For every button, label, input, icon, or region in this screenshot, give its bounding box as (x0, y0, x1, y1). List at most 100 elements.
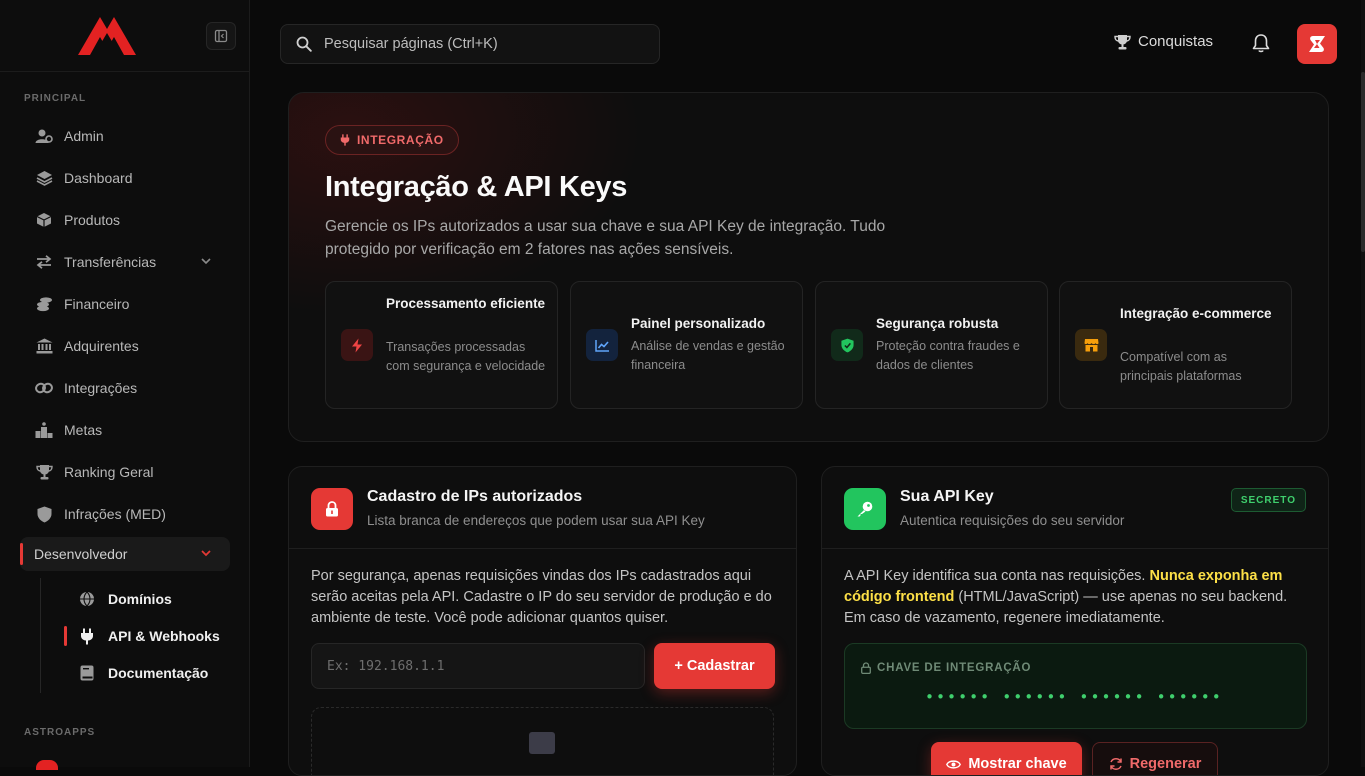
sidebar: PRINCIPAL Admin Dashboard Produtos Trans… (0, 0, 250, 770)
bell-icon[interactable] (1252, 33, 1270, 53)
users-gear-icon (34, 126, 54, 146)
ip-input-placeholder: Ex: 192.168.1.1 (327, 658, 445, 674)
avatar[interactable] (1297, 24, 1337, 64)
sidebar-item-adquirentes[interactable]: Adquirentes (20, 329, 230, 363)
feature-title: Painel personalizado (631, 316, 766, 331)
sidebar-subitem-label: API & Webhooks (108, 628, 220, 644)
sidebar-item-infracoes[interactable]: Infrações (MED) (20, 497, 230, 531)
sidebar-item-dashboard[interactable]: Dashboard (20, 161, 230, 195)
feature-title: Integração e-commerce (1120, 306, 1272, 321)
regenerate-key-button[interactable]: Regenerar (1092, 742, 1218, 775)
collapse-sidebar-button[interactable] (206, 22, 236, 50)
card-body: Por segurança, apenas requisições vindas… (311, 568, 772, 626)
feature-desc: Análise de vendas e gestão financeira (631, 339, 785, 372)
layers-icon (34, 168, 54, 188)
feature-card: Integração e-commerce Compatível com as … (1059, 281, 1292, 409)
ip-list-empty (311, 707, 774, 775)
link-icon (34, 378, 54, 398)
body-text: A API Key identifica sua conta nas requi… (844, 568, 1146, 584)
topbar: Pesquisar páginas (Ctrl+K) Conquistas (250, 0, 1365, 87)
conquistas-label: Conquistas (1138, 33, 1214, 50)
feature-title: Processamento eficiente (386, 296, 546, 311)
plug-icon (78, 627, 96, 645)
globe-icon (78, 590, 96, 608)
box-icon (34, 210, 54, 230)
key-label-text: CHAVE DE INTEGRAÇÃO (877, 662, 1032, 674)
feature-desc: Proteção contra fraudes e dados de clien… (876, 339, 1020, 372)
card-subtitle: Autentica requisições do seu servidor (900, 513, 1125, 528)
lock-icon (861, 662, 871, 674)
sidebar-subitem-dominios[interactable]: Domínios (64, 584, 172, 614)
key-label: CHAVE DE INTEGRAÇÃO (861, 662, 1031, 674)
podium-icon (34, 420, 54, 440)
brand-logo[interactable] (76, 15, 138, 57)
search-input[interactable]: Pesquisar páginas (Ctrl+K) (280, 24, 660, 64)
bolt-icon (341, 329, 373, 361)
chart-line-icon (586, 329, 618, 361)
scrollbar-thumb[interactable] (1361, 72, 1365, 252)
sidebar-subitem-documentacao[interactable]: Documentação (64, 658, 208, 688)
card-subtitle: Lista branca de endereços que podem usar… (367, 513, 705, 528)
refresh-icon (1109, 758, 1122, 770)
ip-whitelist-card: Cadastro de IPs autorizados Lista branca… (288, 466, 797, 776)
ip-address-input[interactable]: Ex: 192.168.1.1 (311, 643, 645, 689)
sidebar-item-label: Adquirentes (64, 338, 139, 354)
sidebar-item-label: Admin (64, 128, 104, 144)
conquistas-link[interactable]: Conquistas (1114, 33, 1213, 50)
search-placeholder: Pesquisar páginas (Ctrl+K) (324, 36, 498, 52)
coins-icon (34, 294, 54, 314)
feature-card: Segurança robusta Proteção contra fraude… (815, 281, 1048, 409)
card-body: A API Key identifica sua conta nas requi… (844, 566, 1309, 629)
scrollbar[interactable] (1361, 0, 1365, 767)
sidebar-item-label: Integrações (64, 380, 138, 396)
sidebar-item-label: Desenvolvedor (34, 546, 128, 562)
card-header: Cadastro de IPs autorizados Lista branca… (289, 467, 796, 549)
chevron-down-icon (201, 550, 211, 557)
show-key-button[interactable]: Mostrar chave (931, 742, 1082, 775)
bank-icon (34, 336, 54, 356)
lock-icon (311, 488, 353, 530)
empty-state-icon (529, 732, 555, 754)
sidebar-item-integracoes[interactable]: Integrações (20, 371, 230, 405)
sidebar-item-transferencias[interactable]: Transferências (20, 245, 230, 279)
brand-s-icon (1309, 36, 1325, 52)
cadastrar-label: + Cadastrar (674, 658, 755, 674)
badge-label: INTEGRAÇÃO (357, 133, 444, 147)
feature-desc: Transações processadas com segurança e v… (386, 340, 546, 373)
api-key-box: CHAVE DE INTEGRAÇÃO •••••• •••••• ••••••… (844, 643, 1307, 729)
arrows-exchange-icon (34, 252, 54, 272)
sidebar-item-financeiro[interactable]: Financeiro (20, 287, 230, 321)
astroapps-item-icon[interactable] (36, 760, 58, 770)
sidebar-item-desenvolvedor[interactable]: Desenvolvedor (20, 537, 230, 571)
cadastrar-button[interactable]: + Cadastrar (654, 643, 775, 689)
sidebar-header (0, 0, 249, 72)
sidebar-item-metas[interactable]: Metas (20, 413, 230, 447)
sidebar-item-label: Financeiro (64, 296, 130, 312)
trophy-icon (34, 462, 54, 482)
key-icon (844, 488, 886, 530)
hero-panel: INTEGRAÇÃO Integração & API Keys Gerenci… (288, 92, 1329, 442)
sidebar-item-label: Produtos (64, 212, 121, 228)
chevron-down-icon (201, 258, 211, 265)
sidebar-item-produtos[interactable]: Produtos (20, 203, 230, 237)
sidebar-item-admin[interactable]: Admin (20, 119, 230, 153)
shield-check-icon (831, 329, 863, 361)
search-icon (296, 36, 312, 52)
sidebar-item-ranking-geral[interactable]: Ranking Geral (20, 455, 230, 489)
card-title: Sua API Key (900, 488, 994, 505)
plug-icon (340, 134, 350, 146)
card-header: Sua API Key Autentica requisições do seu… (822, 467, 1328, 549)
page-title: Integração & API Keys (325, 171, 628, 203)
feature-desc: Compatível com as principais plataformas (1120, 350, 1242, 383)
trophy-icon (1114, 34, 1131, 50)
api-key-card: Sua API Key Autentica requisições do seu… (821, 466, 1329, 776)
regenerate-label: Regenerar (1129, 756, 1202, 772)
sidebar-item-label: Transferências (64, 254, 157, 270)
show-key-label: Mostrar chave (968, 756, 1067, 772)
api-key-value[interactable]: •••••• •••••• •••••• •••••• (925, 688, 1223, 706)
integration-badge: INTEGRAÇÃO (325, 125, 459, 155)
eye-icon (946, 759, 962, 769)
sidebar-subitem-api-webhooks[interactable]: API & Webhooks (64, 621, 220, 651)
page-description: Gerencie os IPs autorizados a usar sua c… (325, 218, 886, 258)
feature-card: Processamento eficiente Transações proce… (325, 281, 558, 409)
